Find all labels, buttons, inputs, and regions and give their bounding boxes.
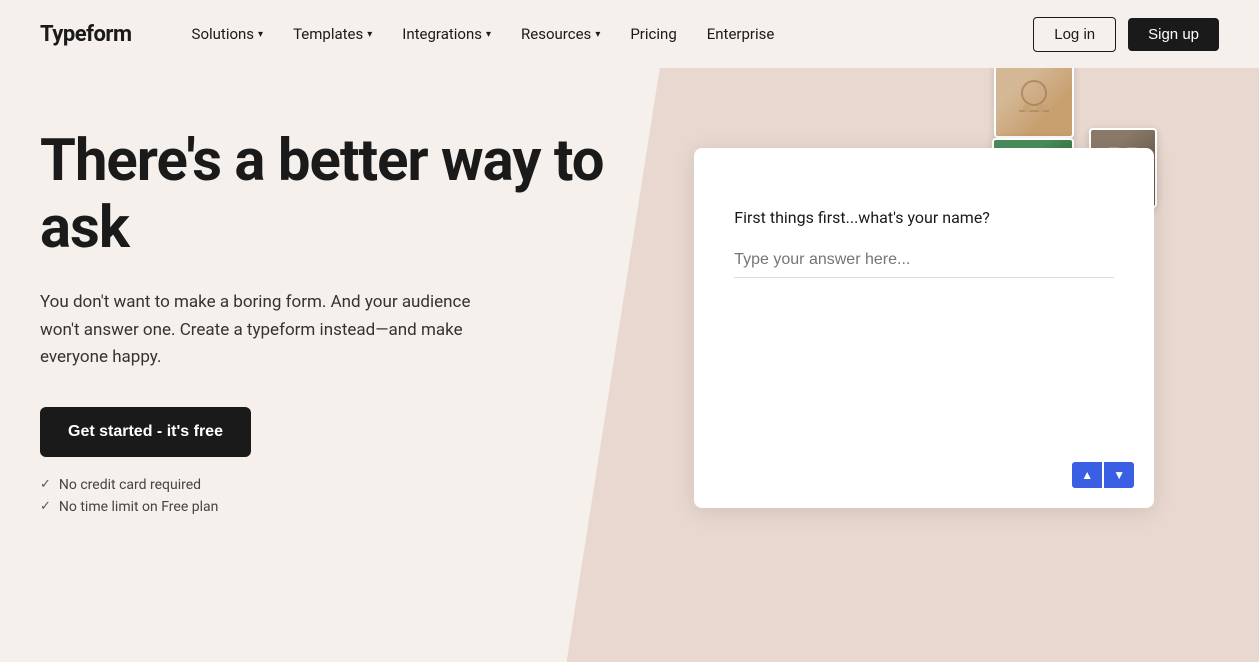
hero-right: First things first...what's your name? ▲… bbox=[630, 108, 1220, 508]
decorative-image-1 bbox=[994, 58, 1074, 138]
check-icon: ✓ bbox=[40, 499, 51, 514]
perk-item-1: ✓ No credit card required bbox=[40, 477, 630, 493]
chevron-down-icon: ▾ bbox=[367, 29, 372, 40]
check-icon: ✓ bbox=[40, 477, 51, 492]
hero-section: There's a better way to ask You don't wa… bbox=[0, 68, 1259, 594]
nav-buttons: Log in Sign up bbox=[1033, 17, 1219, 52]
hero-title: There's a better way to ask bbox=[40, 128, 630, 261]
nav-item-solutions[interactable]: Solutions ▾ bbox=[180, 19, 276, 49]
chevron-down-icon: ▾ bbox=[258, 29, 263, 40]
nav-item-resources[interactable]: Resources ▾ bbox=[509, 19, 612, 49]
signup-button[interactable]: Sign up bbox=[1128, 18, 1219, 51]
form-question: First things first...what's your name? bbox=[734, 208, 1114, 227]
form-preview-card: First things first...what's your name? ▲… bbox=[694, 148, 1154, 508]
chevron-down-icon: ▾ bbox=[595, 29, 600, 40]
nav-links: Solutions ▾ Templates ▾ Integrations ▾ R… bbox=[180, 19, 1034, 49]
form-arrow-up[interactable]: ▲ bbox=[1072, 462, 1102, 488]
nav-item-integrations[interactable]: Integrations ▾ bbox=[390, 19, 503, 49]
perks-list: ✓ No credit card required ✓ No time limi… bbox=[40, 477, 630, 515]
login-button[interactable]: Log in bbox=[1033, 17, 1116, 52]
brand-logo[interactable]: Typeform bbox=[40, 22, 132, 47]
navbar: Typeform Solutions ▾ Templates ▾ Integra… bbox=[0, 0, 1259, 68]
form-nav-arrows: ▲ ▼ bbox=[1072, 462, 1134, 488]
chevron-down-icon: ▾ bbox=[486, 29, 491, 40]
nav-item-enterprise[interactable]: Enterprise bbox=[695, 19, 787, 49]
perk-item-2: ✓ No time limit on Free plan bbox=[40, 499, 630, 515]
nav-item-pricing[interactable]: Pricing bbox=[618, 19, 688, 49]
nav-item-templates[interactable]: Templates ▾ bbox=[281, 19, 384, 49]
form-arrow-down[interactable]: ▼ bbox=[1104, 462, 1134, 488]
hero-subtitle: You don't want to make a boring form. An… bbox=[40, 289, 500, 371]
hero-left: There's a better way to ask You don't wa… bbox=[40, 108, 630, 515]
get-started-button[interactable]: Get started - it's free bbox=[40, 407, 251, 457]
form-answer-input[interactable] bbox=[734, 243, 1114, 278]
